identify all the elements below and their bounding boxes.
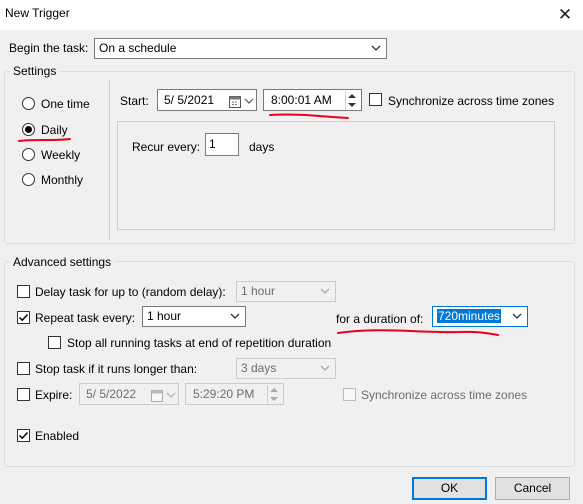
red-annotation-marks [18,113,499,336]
